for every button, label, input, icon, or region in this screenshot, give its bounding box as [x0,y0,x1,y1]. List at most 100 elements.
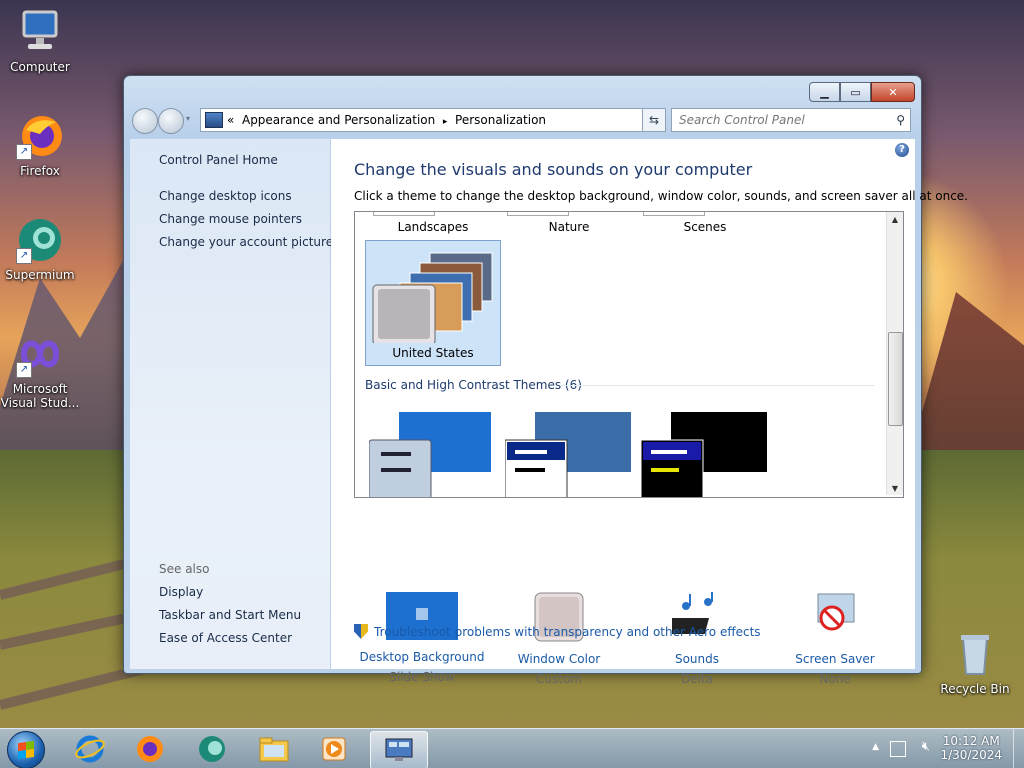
address-bar[interactable]: « Appearance and Personalization ▸ Perso… [200,108,664,132]
internet-explorer-icon [75,735,105,763]
window-color-option[interactable]: Window Color Custom [494,592,624,686]
shield-icon [354,624,368,639]
taskbar-supermium[interactable] [184,731,240,767]
change-account-picture-link[interactable]: Change your account picture [159,235,333,249]
taskbar: ▲ 🔇︎ 10:12 AM 1/30/2024 [0,728,1024,768]
breadcrumb-personalization[interactable]: Personalization [455,113,546,127]
scroll-up-icon[interactable]: ▲ [887,215,903,224]
refresh-button[interactable]: ⇆ [642,108,666,132]
change-desktop-icons-link[interactable]: Change desktop icons [159,189,292,203]
theme-scenes[interactable]: Scenes [655,220,755,234]
control-panel-home-link[interactable]: Control Panel Home [159,153,278,167]
recent-pages-chevron-icon[interactable]: ▾ [186,114,190,123]
ease-of-access-link[interactable]: Ease of Access Center [159,631,292,645]
taskbar-internet-explorer[interactable] [62,731,118,767]
control-panel-icon [205,112,223,128]
task-pane: Control Panel Home Change desktop icons … [130,139,333,669]
desktop-icon-label: Firefox [20,164,60,178]
taskbar-firefox[interactable] [122,731,178,767]
back-button[interactable] [132,108,158,134]
desktop-icon-visual-studio[interactable]: ↗ Microsoft Visual Stud... [0,330,80,410]
recycle-bin-icon [951,630,999,678]
taskbar-control-panel[interactable] [370,731,428,768]
forward-button[interactable] [158,108,184,134]
clock-time: 10:12 AM [942,734,1000,748]
main-content: ? Change the visuals and sounds on your … [331,139,968,686]
clock[interactable]: 10:12 AM 1/30/2024 [940,734,1002,762]
firefox-icon: ↗ [16,112,64,160]
search-box[interactable]: Search Control Panel ⚲ [671,108,911,132]
breadcrumb-appearance[interactable]: Appearance and Personalization [242,113,435,127]
desktop-icon-label: Computer [10,60,70,74]
screen-saver-label[interactable]: Screen Saver [770,652,900,666]
desktop-background-label[interactable]: Desktop Background [357,650,487,664]
start-button[interactable] [7,731,45,768]
scrollbar-thumb[interactable] [888,332,903,426]
screen-saver-value: None [819,672,851,686]
see-also-heading: See also [159,562,210,576]
page-description: Click a theme to change the desktop back… [354,189,968,203]
desktop-icon-supermium[interactable]: ↗ Supermium [0,216,80,282]
supermium-icon [199,736,225,762]
desktop-icon-firefox[interactable]: ↗ Firefox [0,112,80,178]
clock-date: 1/30/2024 [940,748,1002,762]
breadcrumb-separator[interactable]: ▸ [443,117,448,127]
section-divider [560,385,875,386]
change-mouse-pointers-link[interactable]: Change mouse pointers [159,212,302,226]
screen-saver-option[interactable]: Screen Saver None [770,592,900,686]
sounds-label[interactable]: Sounds [632,652,762,666]
media-player-icon [322,737,346,761]
theme-nature[interactable]: Nature [519,220,619,234]
theme-list[interactable]: Landscapes Nature Scenes United States B… [354,211,904,498]
minimize-button[interactable]: ▁ [809,82,840,102]
maximize-button[interactable]: ▭ [840,82,871,102]
help-icon[interactable]: ? [895,143,909,157]
page-title: Change the visuals and sounds on your co… [354,160,753,179]
theme-windows7-basic[interactable] [369,412,499,497]
navigation-bar: ▾ « Appearance and Personalization ▸ Per… [130,106,915,134]
shortcut-arrow-icon: ↗ [16,248,32,264]
visual-studio-icon: ↗ [16,330,64,378]
united-states-theme-thumbnail-icon [372,252,493,343]
troubleshoot-link[interactable]: Troubleshoot problems with transparency … [354,624,761,639]
taskbar-start-menu-link[interactable]: Taskbar and Start Menu [159,608,301,622]
taskbar-windows-explorer[interactable] [246,731,302,767]
scroll-down-icon[interactable]: ▼ [887,484,903,493]
desktop-icon-label: Recycle Bin [940,682,1010,696]
desktop-icon-label: Microsoft Visual Stud... [0,382,80,410]
show-desktop-button[interactable] [1013,729,1024,768]
sounds-value: Delta [680,672,713,686]
taskbar-media-player[interactable] [306,731,362,767]
search-input[interactable]: Search Control Panel [672,113,805,127]
theme-list-scrollbar[interactable]: ▲ ▼ [886,212,903,495]
close-button[interactable]: ✕ [871,82,915,102]
screen-saver-icon [817,593,855,631]
sounds-option[interactable]: Sounds Delta [632,592,762,686]
desktop-icon-label: Supermium [5,268,75,282]
theme-thumbnail-edge [643,212,705,216]
search-icon[interactable]: ⚲ [896,109,905,131]
address-overflow[interactable]: « [227,113,234,127]
windows-logo-icon [18,740,34,760]
volume-muted-icon[interactable]: 🔇︎ [922,739,930,754]
shortcut-arrow-icon: ↗ [16,144,32,160]
theme-high-contrast[interactable] [641,412,771,497]
theme-thumbnail-edge [507,212,569,216]
theme-windows-classic[interactable] [505,412,635,497]
display-link[interactable]: Display [159,585,203,599]
desktop-icon-computer[interactable]: Computer [0,8,80,74]
theme-united-states[interactable]: United States [365,240,501,366]
network-icon[interactable] [890,741,906,757]
theme-united-states-label: United States [392,346,474,360]
supermium-icon: ↗ [16,216,64,264]
control-panel-window: ▁ ▭ ✕ ▾ « Appearance and Personalization… [123,75,968,686]
firefox-icon [137,736,163,762]
computer-icon [16,8,64,56]
window-color-value: Custom [536,672,582,686]
theme-landscapes[interactable]: Landscapes [383,220,483,234]
window-color-label[interactable]: Window Color [494,652,624,666]
desktop-background-value: Slide Show [389,670,455,684]
troubleshoot-link-text[interactable]: Troubleshoot problems with transparency … [374,625,761,639]
desktop-icon-recycle-bin[interactable]: Recycle Bin [935,630,1015,696]
show-hidden-icons-icon[interactable]: ▲ [872,742,879,752]
